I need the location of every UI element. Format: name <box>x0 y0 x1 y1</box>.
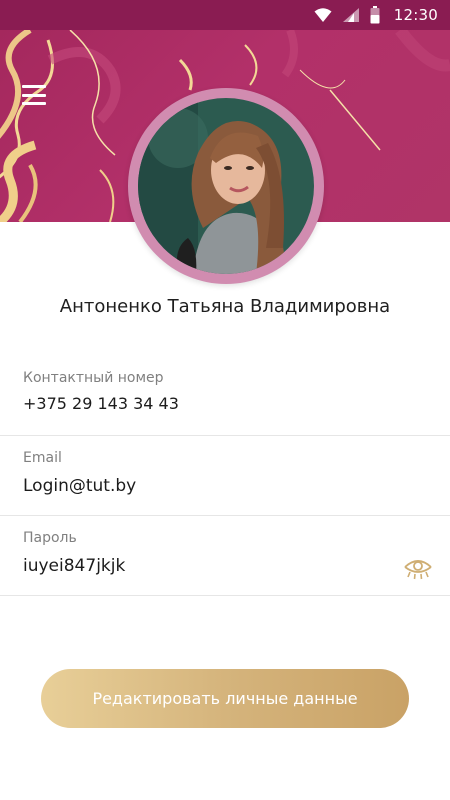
eye-icon <box>404 560 432 580</box>
avatar[interactable] <box>138 98 314 274</box>
wifi-icon <box>314 8 332 22</box>
battery-icon <box>370 6 380 24</box>
email-value: Login@tut.by <box>23 476 137 496</box>
password-label: Пароль <box>23 530 77 546</box>
status-bar: 12:30 <box>0 0 450 30</box>
password-field[interactable]: Пароль iuyei847jkjk <box>0 516 450 596</box>
hamburger-menu-icon <box>22 85 46 88</box>
phone-label: Контактный номер <box>23 370 164 386</box>
phone-field[interactable]: Контактный номер +375 29 143 34 43 <box>0 356 450 436</box>
phone-value: +375 29 143 34 43 <box>23 394 179 413</box>
email-label: Email <box>23 450 62 466</box>
avatar-ring <box>128 88 324 284</box>
show-password-button[interactable] <box>402 556 434 582</box>
edit-profile-button[interactable]: Редактировать личные данные <box>41 669 409 728</box>
signal-icon <box>342 8 359 22</box>
menu-button[interactable] <box>22 85 46 105</box>
status-time: 12:30 <box>393 6 438 24</box>
profile-name: Антоненко Татьяна Владимировна <box>59 296 391 317</box>
email-field[interactable]: Email Login@tut.by <box>0 436 450 516</box>
password-value: iuyei847jkjk <box>23 556 126 576</box>
avatar-photo <box>138 98 314 274</box>
